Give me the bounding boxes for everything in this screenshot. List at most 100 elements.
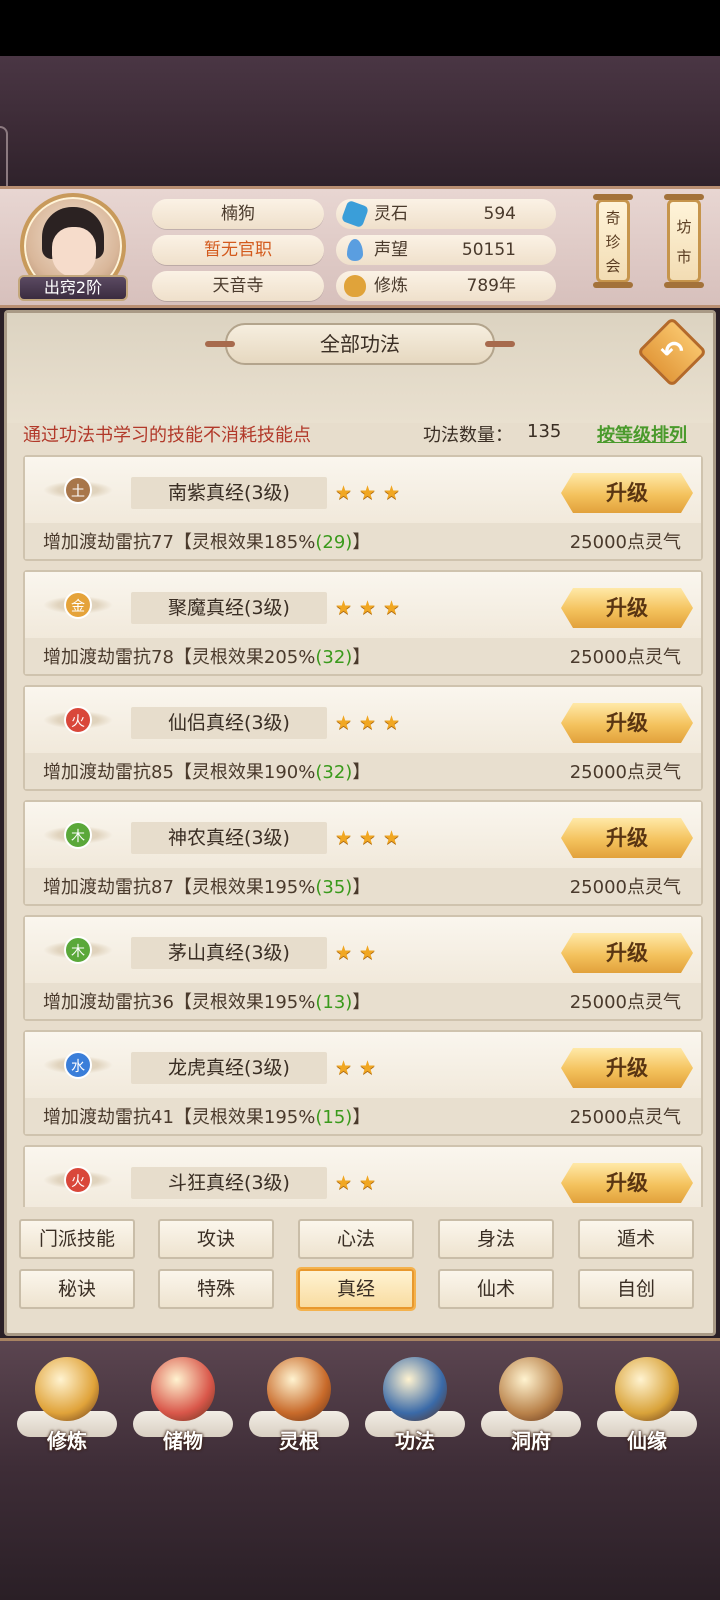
desc-end: 】 <box>352 877 371 898</box>
treasure-fair-button[interactable]: 奇珍会 <box>593 194 633 288</box>
category-tab[interactable]: 秘诀 <box>19 1269 135 1309</box>
star-icon: ★ <box>335 597 353 619</box>
nav-item[interactable]: 灵根 <box>244 1351 354 1471</box>
nav-label: 仙缘 <box>627 1429 667 1453</box>
destiny-gourd-icon <box>615 1357 679 1421</box>
skills-panel: 全部功法 ↶ 通过功法书学习的技能不消耗技能点 功法数量： 135 按等级排列 … <box>4 310 716 1336</box>
nav-item[interactable]: 储物 <box>128 1351 238 1471</box>
star-icon: ★ <box>383 827 401 849</box>
desc-bonus: (29) <box>315 532 353 553</box>
player-header: 出窍2阶 楠狗 暂无官职 天音寺 灵石 594 声望 50151 修炼 789年… <box>0 186 720 308</box>
skill-stars: ★ ★ ★ <box>335 713 407 733</box>
skill-item[interactable]: 土 南紫真经(3级) ★ ★ ★ 升级 增加渡劫雷抗77【灵根效果185%(29)】 2500… <box>23 455 703 561</box>
storage-bag-icon <box>151 1357 215 1421</box>
category-tab[interactable]: 遁术 <box>578 1219 694 1259</box>
star-icon: ★ <box>359 712 377 734</box>
scene-backdrop <box>0 56 720 216</box>
stat-label: 灵石 <box>374 204 408 224</box>
skill-name: 斗狂真经(3级) <box>131 1167 327 1199</box>
market-button[interactable]: 坊市 <box>664 194 704 288</box>
element-badge: 金 <box>43 582 113 628</box>
skill-name: 仙侣真经(3级) <box>131 707 327 739</box>
star-icon: ★ <box>359 942 377 964</box>
spirit-stone-icon <box>340 199 370 229</box>
stat-value: 50151 <box>461 240 516 260</box>
element-icon: 水 <box>64 1051 92 1079</box>
back-arrow-icon: ↶ <box>660 335 684 368</box>
stat-value: 594 <box>483 204 516 224</box>
skill-name: 茅山真经(3级) <box>131 937 327 969</box>
skill-description: 增加渡劫雷抗36【灵根效果195%(13)】 <box>43 988 370 1014</box>
upgrade-button[interactable]: 升级 <box>561 1163 693 1203</box>
skill-description: 增加渡劫雷抗41【灵根效果195%(15)】 <box>43 1103 370 1129</box>
nav-item[interactable]: 仙缘 <box>592 1351 702 1471</box>
stat-spirit-stone: 灵石 594 <box>336 199 556 229</box>
skill-item[interactable]: 火斗狂真经(3级) ★ ★ 升级 <box>23 1145 703 1207</box>
nav-item[interactable]: 洞府 <box>476 1351 586 1471</box>
skill-item[interactable]: 火 仙侣真经(3级) ★ ★ ★ 升级 增加渡劫雷抗85【灵根效果190%(32)】 2500… <box>23 685 703 791</box>
upgrade-button[interactable]: 升级 <box>561 703 693 743</box>
skill-stars: ★ ★ <box>335 1173 383 1193</box>
skill-stars: ★ ★ ★ <box>335 828 407 848</box>
element-badge: 水 <box>43 1042 113 1088</box>
upgrade-button[interactable]: 升级 <box>561 473 693 513</box>
skill-description: 增加渡劫雷抗85【灵根效果190%(32)】 <box>43 758 370 784</box>
stat-label: 声望 <box>374 240 408 260</box>
category-tab[interactable]: 心法 <box>298 1219 414 1259</box>
skill-description: 增加渡劫雷抗77【灵根效果185%(29)】 <box>43 528 370 554</box>
skill-stars: ★ ★ ★ <box>335 483 407 503</box>
category-tab[interactable]: 门派技能 <box>19 1219 135 1259</box>
star-icon: ★ <box>359 482 377 504</box>
star-icon: ★ <box>383 482 401 504</box>
star-icon: ★ <box>335 1057 353 1079</box>
status-bar <box>0 0 720 56</box>
star-icon: ★ <box>335 712 353 734</box>
upgrade-button[interactable]: 升级 <box>561 1048 693 1088</box>
stat-label: 修炼 <box>374 276 408 296</box>
desc-end: 】 <box>352 532 371 553</box>
skill-stars: ★ ★ <box>335 943 383 963</box>
element-badge: 火 <box>43 1157 113 1203</box>
category-tab[interactable]: 仙术 <box>438 1269 554 1309</box>
desc-end: 】 <box>352 992 371 1013</box>
star-icon: ★ <box>335 942 353 964</box>
cave-house-icon <box>499 1357 563 1421</box>
sort-by-level-link[interactable]: 按等级排列 <box>597 421 687 447</box>
skill-item[interactable]: 木茅山真经(3级) ★ ★ 升级 增加渡劫雷抗36【灵根效果195%(13)】 25000… <box>23 915 703 1021</box>
desc-bonus: (15) <box>315 1107 353 1128</box>
skill-item[interactable]: 木 神农真经(3级) ★ ★ ★ 升级 增加渡劫雷抗87【灵根效果195%(35)】 2500… <box>23 800 703 906</box>
element-icon: 木 <box>64 821 92 849</box>
element-badge: 木 <box>43 927 113 973</box>
desc-text: 增加渡劫雷抗77【灵根效果185% <box>43 532 316 553</box>
star-icon: ★ <box>359 597 377 619</box>
star-icon: ★ <box>359 827 377 849</box>
nav-label: 功法 <box>395 1429 435 1453</box>
skill-stars: ★ ★ <box>335 1058 383 1078</box>
category-tab[interactable]: 身法 <box>438 1219 554 1259</box>
upgrade-button[interactable]: 升级 <box>561 818 693 858</box>
stat-cultivation: 修炼 789年 <box>336 271 556 301</box>
stat-value: 789年 <box>466 276 516 296</box>
nav-item[interactable]: 功法 <box>360 1351 470 1471</box>
category-tab[interactable]: 特殊 <box>158 1269 274 1309</box>
reputation-icon <box>347 239 363 261</box>
nav-item[interactable]: 修炼 <box>12 1351 122 1471</box>
desc-bonus: (13) <box>315 992 353 1013</box>
star-icon: ★ <box>359 1057 377 1079</box>
element-badge: 木 <box>43 812 113 858</box>
stat-reputation: 声望 50151 <box>336 235 556 265</box>
skill-cost: 25000点灵气 <box>569 532 681 553</box>
nav-label: 储物 <box>163 1429 203 1453</box>
cultivation-icon <box>344 275 366 297</box>
category-tab[interactable]: 自创 <box>578 1269 694 1309</box>
category-tab[interactable]: 攻诀 <box>158 1219 274 1259</box>
skill-item[interactable]: 水龙虎真经(3级) ★ ★ 升级 增加渡劫雷抗41【灵根效果195%(15)】 25000… <box>23 1030 703 1136</box>
skill-item[interactable]: 金 聚魔真经(3级) ★ ★ ★ 升级 增加渡劫雷抗78【灵根效果205%(32)】 2500… <box>23 570 703 676</box>
desc-text: 增加渡劫雷抗78【灵根效果205% <box>43 647 316 668</box>
skill-count-label: 功法数量： <box>423 425 513 446</box>
bottom-nav: 修炼 储物 灵根 功法 洞府 仙缘 <box>0 1338 720 1468</box>
category-tab[interactable]: 真经 <box>298 1269 414 1309</box>
upgrade-button[interactable]: 升级 <box>561 933 693 973</box>
upgrade-button[interactable]: 升级 <box>561 588 693 628</box>
skill-list[interactable]: 土南紫真经(3级) ★ ★ ★ 升级 增加渡劫雷抗77【灵根效果185%(29)】 2500… <box>23 455 703 1207</box>
